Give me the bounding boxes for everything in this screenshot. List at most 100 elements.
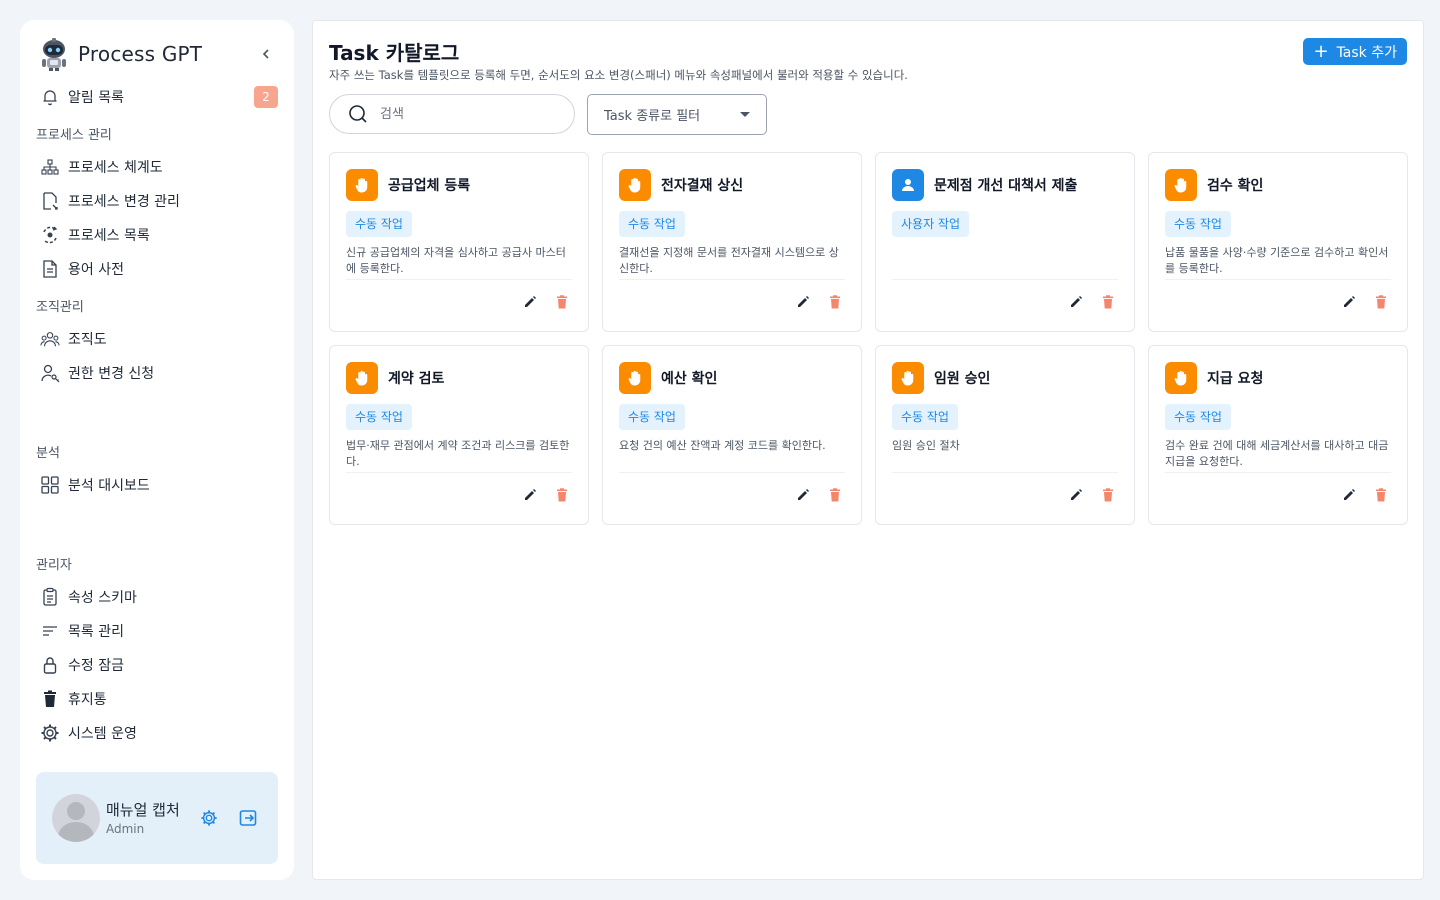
card-header: 계약 검토	[346, 362, 572, 394]
task-type-chip: 수동 작업	[1165, 211, 1231, 237]
sidebar-item-process-hierarchy[interactable]: 프로세스 체계도	[36, 150, 278, 184]
delete-button[interactable]	[825, 485, 845, 505]
task-card[interactable]: 지급 요청 수동 작업 검수 완료 건에 대해 세금계산서를 대사하고 대금 지급을…	[1148, 345, 1408, 525]
section-title-analysis: 분석	[36, 445, 60, 461]
card-divider	[619, 279, 845, 280]
edit-button[interactable]	[793, 292, 813, 312]
pencil-icon	[1069, 488, 1083, 502]
dashboard-grid-icon	[40, 475, 60, 495]
edit-button[interactable]	[1339, 485, 1359, 505]
gear-icon	[40, 723, 60, 743]
sidebar-item-org-chart[interactable]: 조직도	[36, 322, 278, 356]
task-card[interactable]: 문제점 개선 대책서 제출 사용자 작업	[875, 152, 1135, 332]
sidebar-item-label: 시스템 운영	[68, 726, 137, 742]
sidebar: Process GPT 알림 목록 2 프로세스 관리 프로세스 체계도 프로세…	[20, 20, 294, 880]
search-box[interactable]	[329, 94, 575, 134]
task-card[interactable]: 임원 승인 수동 작업 임원 승인 절차	[875, 345, 1135, 525]
card-title: 공급업체 등록	[388, 178, 471, 194]
process-cycle-icon	[40, 225, 60, 245]
lock-icon	[40, 655, 60, 675]
sidebar-item-notifications[interactable]: 알림 목록 2	[36, 80, 278, 114]
task-card[interactable]: 계약 검토 수동 작업 법무·재무 관점에서 계약 조건과 리스크를 검토한다.	[329, 345, 589, 525]
sidebar-item-analytics-dashboard[interactable]: 분석 대시보드	[36, 468, 278, 502]
task-card-grid: 공급업체 등록 수동 작업 신규 공급업체의 자격을 심사하고 공급사 마스터에 등…	[329, 152, 1408, 525]
sidebar-item-label: 분석 대시보드	[68, 478, 150, 494]
document-icon	[40, 259, 60, 279]
robot-logo-icon	[42, 38, 66, 71]
card-divider	[1165, 472, 1391, 473]
card-header: 검수 확인	[1165, 169, 1391, 201]
card-description: 납품 물품을 사양·수량 기준으로 검수하고 확인서를 등록한다.	[1165, 246, 1389, 275]
edit-button[interactable]	[520, 485, 540, 505]
sidebar-item-system-operation[interactable]: 시스템 운영	[36, 716, 278, 750]
sidebar-item-list-management[interactable]: 목록 관리	[36, 614, 278, 648]
card-title: 검수 확인	[1207, 178, 1264, 194]
people-icon	[40, 329, 60, 349]
hand-icon	[619, 169, 651, 201]
search-icon	[349, 105, 367, 123]
edit-button[interactable]	[793, 485, 813, 505]
card-actions	[508, 292, 572, 312]
sidebar-item-label: 권한 변경 신청	[68, 366, 155, 382]
edit-button[interactable]	[1066, 292, 1086, 312]
sidebar-item-glossary[interactable]: 용어 사전	[36, 252, 278, 286]
plus-icon: +	[1313, 40, 1329, 62]
task-card[interactable]: 공급업체 등록 수동 작업 신규 공급업체의 자격을 심사하고 공급사 마스터에 등…	[329, 152, 589, 332]
delete-button[interactable]	[552, 292, 572, 312]
profile-settings-button[interactable]	[196, 804, 223, 832]
delete-button[interactable]	[1098, 292, 1118, 312]
sidebar-item-process-change[interactable]: 프로세스 변경 관리	[36, 184, 278, 218]
task-card[interactable]: 검수 확인수동 작업납품 물품을 사양·수량 기준으로 검수하고 확인서를 등록…	[1148, 152, 1408, 332]
user-icon	[892, 169, 924, 201]
card-divider	[346, 279, 572, 280]
delete-button[interactable]	[552, 485, 572, 505]
sidebar-item-label: 프로세스 체계도	[68, 160, 163, 176]
section-title-admin: 관리자	[36, 557, 72, 573]
delete-button[interactable]	[1098, 485, 1118, 505]
card-divider	[892, 472, 1118, 473]
task-type-filter-select[interactable]: Task 종류로 필터	[587, 94, 767, 135]
edit-button[interactable]	[1066, 485, 1086, 505]
bell-icon	[40, 87, 60, 107]
filter-label: Task 종류로 필터	[604, 109, 701, 124]
page-subtitle: 자주 쓰는 Task를 템플릿으로 등록해 두면, 순서도의 요소 변경(스패너…	[329, 68, 908, 82]
pencil-icon	[523, 295, 537, 309]
sidebar-item-edit-lock[interactable]: 수정 잠금	[36, 648, 278, 682]
edit-button[interactable]	[1339, 292, 1359, 312]
hand-icon	[346, 362, 378, 394]
card-header: 임원 승인	[892, 362, 1118, 394]
task-card[interactable]: 예산 확인 수동 작업 요청 건의 예산 잔액과 계정 코드를 확인한다.	[602, 345, 862, 525]
card-description	[892, 245, 1118, 279]
avatar	[52, 794, 100, 842]
card-description: 법무·재무 관점에서 계약 조건과 리스크를 검토한다.	[346, 439, 570, 468]
trash-icon	[829, 295, 841, 309]
delete-button[interactable]	[1371, 485, 1391, 505]
page-title: Task 카탈로그	[329, 41, 460, 65]
profile-role: Admin	[106, 822, 145, 836]
sidebar-item-permission-request[interactable]: 권한 변경 신청	[36, 356, 278, 390]
task-card[interactable]: 전자결재 상신 수동 작업 결재선을 지정해 문서를 전자결재 시스템으로 상신한다…	[602, 152, 862, 332]
delete-button[interactable]	[1371, 292, 1391, 312]
notification-count-badge: 2	[254, 86, 278, 108]
collapse-sidebar-button[interactable]	[254, 42, 278, 66]
main-panel: Task 카탈로그 자주 쓰는 Task를 템플릿으로 등록해 두면, 순서도의…	[312, 20, 1424, 880]
hand-icon	[1165, 362, 1197, 394]
sidebar-item-label: 휴지통	[68, 692, 107, 708]
chevron-left-icon	[262, 49, 269, 59]
sidebar-item-label: 프로세스 변경 관리	[68, 194, 180, 210]
sidebar-item-attribute-schema[interactable]: 속성 스키마	[36, 580, 278, 614]
sidebar-item-trash[interactable]: 휴지통	[36, 682, 278, 716]
card-title: 예산 확인	[661, 371, 718, 387]
delete-button[interactable]	[825, 292, 845, 312]
sidebar-item-label: 목록 관리	[68, 624, 124, 640]
card-actions	[1054, 485, 1118, 505]
sidebar-item-process-list[interactable]: 프로세스 목록	[36, 218, 278, 252]
task-type-chip: 수동 작업	[619, 404, 685, 430]
edit-button[interactable]	[520, 292, 540, 312]
search-input[interactable]	[380, 106, 550, 122]
logout-button[interactable]	[235, 804, 262, 832]
trash-icon	[1375, 295, 1387, 309]
add-task-button[interactable]: + Task 추가	[1303, 38, 1407, 65]
hierarchy-icon	[40, 157, 60, 177]
task-type-chip: 사용자 작업	[892, 211, 970, 237]
